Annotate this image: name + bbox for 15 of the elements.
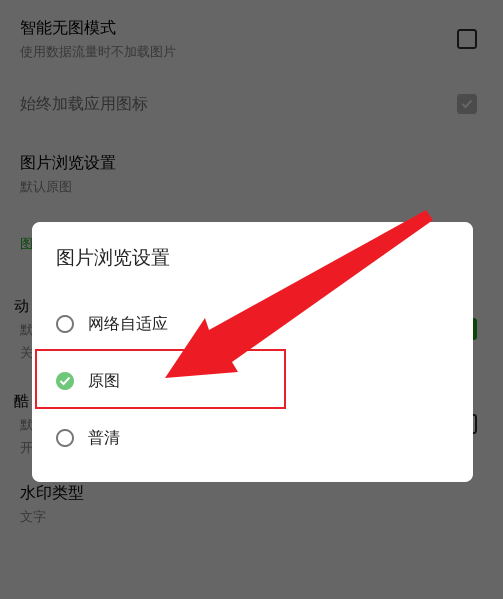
check-icon bbox=[59, 376, 71, 386]
setting-title: 酷 bbox=[14, 391, 30, 411]
setting-title: 智能无图模式 bbox=[20, 18, 117, 38]
radio-option[interactable]: 原图 bbox=[56, 365, 473, 397]
dialog-title: 图片浏览设置 bbox=[56, 246, 170, 270]
setting-title: 水印类型 bbox=[20, 482, 84, 502]
checkbox[interactable] bbox=[457, 29, 477, 49]
radio-icon bbox=[56, 429, 74, 447]
radio-option[interactable]: 普清 bbox=[56, 422, 473, 454]
setting-title: 图片浏览设置 bbox=[20, 152, 116, 172]
radio-option[interactable]: 网络自适应 bbox=[56, 308, 473, 340]
section-header: 图 bbox=[20, 236, 33, 253]
radio-icon bbox=[56, 315, 74, 333]
check-icon bbox=[461, 99, 473, 109]
setting-title: 动 bbox=[14, 296, 30, 316]
